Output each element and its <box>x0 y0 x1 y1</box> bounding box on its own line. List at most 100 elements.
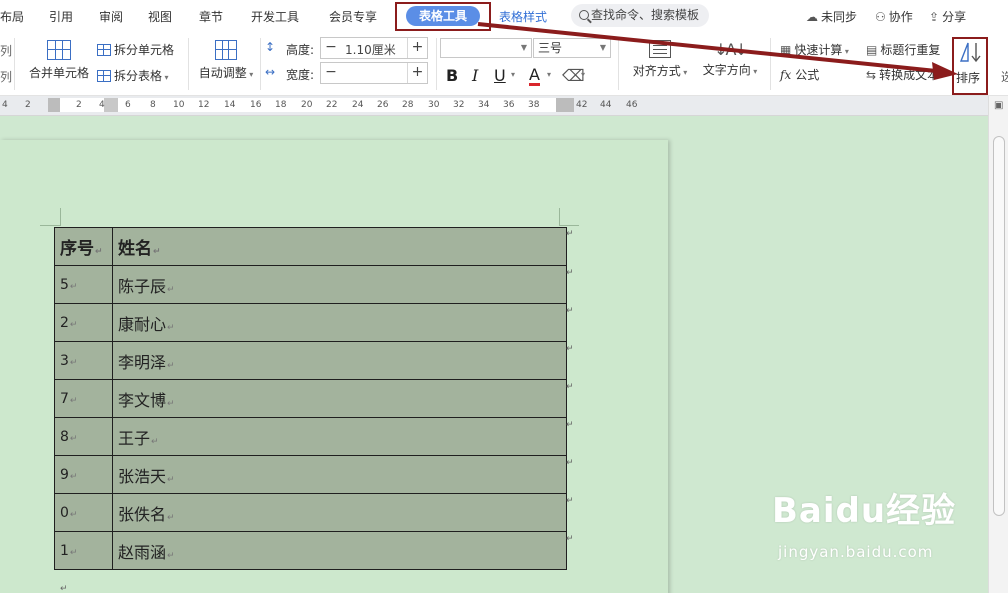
table-cell[interactable]: 3↵ <box>54 341 113 380</box>
height-increase-button[interactable]: + <box>407 38 427 58</box>
bold-button[interactable]: B <box>446 66 458 85</box>
row-end-mark: ↵ <box>566 420 574 430</box>
document-page[interactable]: 序号↵ 姓名↵ 5↵ 陈子辰↵ 2↵ 康耐心↵ 3↵ 李明泽↵ 7↵ 李文博↵ … <box>0 140 668 593</box>
height-stepper[interactable]: − 1.10厘米 + <box>320 37 428 59</box>
split-table-button[interactable]: 拆分表格 ▾ <box>97 67 169 84</box>
table-cell[interactable]: 康耐心↵ <box>112 303 567 342</box>
table-row[interactable]: 5↵ 陈子辰↵ <box>54 265 567 304</box>
table-cell[interactable]: 7↵ <box>54 379 113 418</box>
table-header-row[interactable]: 序号↵ 姓名↵ <box>54 227 567 266</box>
font-color-button[interactable]: A <box>529 66 540 86</box>
command-search[interactable]: 查找命令、搜索模板 <box>571 4 709 27</box>
width-stepper[interactable]: − + <box>320 62 428 84</box>
convert-text-label: 转换成文本 <box>879 68 940 82</box>
table-cell[interactable]: 8↵ <box>54 417 113 456</box>
share-button[interactable]: ⇪ 分享 <box>929 8 966 25</box>
cell-seq: 1 <box>60 542 69 559</box>
collab-button[interactable]: ⚇ 协作 <box>875 8 913 25</box>
auto-adjust-label: 自动调整 <box>198 66 247 80</box>
table-row[interactable]: 0↵ 张佚名↵ <box>54 493 567 532</box>
table-cell[interactable]: 李文博↵ <box>112 379 567 418</box>
font-name-select[interactable]: ▼ <box>440 38 532 58</box>
cell-name: 李明泽 <box>118 352 167 372</box>
table-cell[interactable]: 2↵ <box>54 303 113 342</box>
split-cells-label: 拆分单元格 <box>114 43 175 57</box>
split-cells-button[interactable]: 拆分单元格 <box>97 41 174 58</box>
header-repeat-button[interactable]: ▤ 标题行重复 <box>866 41 940 58</box>
text-direction-icon: ↓A↓ <box>714 40 748 59</box>
row-end-mark: ↵ <box>566 496 574 506</box>
ribbon-partial-item-1[interactable]: 列 <box>0 42 12 59</box>
ribbon-partial-item-right[interactable]: 选 <box>1001 68 1008 85</box>
width-icon: ↔ <box>265 65 276 79</box>
menu-view[interactable]: 视图 <box>148 8 172 25</box>
underline-dropdown-icon[interactable]: ▾ <box>511 70 515 79</box>
font-size-select[interactable]: 三号 ▼ <box>533 38 611 58</box>
table-header-cell[interactable]: 序号↵ <box>54 227 113 266</box>
ruler-number: 4 <box>99 100 105 110</box>
tab-table-style[interactable]: 表格样式 <box>499 8 547 25</box>
text-direction-button[interactable]: ↓A↓ 文字方向 ▾ <box>700 40 760 78</box>
cell-name: 陈子辰 <box>118 276 167 296</box>
ruler-number: 38 <box>528 100 540 110</box>
sync-status[interactable]: ☁ 未同步 <box>806 8 857 25</box>
table-cell[interactable]: 0↵ <box>54 493 113 532</box>
table-row[interactable]: 1↵ 赵雨涵↵ <box>54 531 567 570</box>
table-cell[interactable]: 5↵ <box>54 265 113 304</box>
align-button[interactable]: 对齐方式 ▾ <box>628 40 692 79</box>
convert-to-text-button[interactable]: ⇆ 转换成文本 <box>866 66 939 83</box>
formula-button[interactable]: fx 公式 <box>780 66 819 83</box>
formula-label: 公式 <box>795 68 820 82</box>
width-decrease-button[interactable]: − <box>321 63 341 83</box>
annotation-highlight-table-tools <box>395 2 491 31</box>
cell-name: 康耐心 <box>118 314 167 334</box>
menu-references[interactable]: 引用 <box>49 8 73 25</box>
underline-button[interactable]: U <box>494 66 506 85</box>
table-row[interactable]: 2↵ 康耐心↵ <box>54 303 567 342</box>
table-cell[interactable]: 张浩天↵ <box>112 455 567 494</box>
width-increase-button[interactable]: + <box>407 63 427 83</box>
table-cell[interactable]: 陈子辰↵ <box>112 265 567 304</box>
table-cell[interactable]: 1↵ <box>54 531 113 570</box>
height-value[interactable]: 1.10厘米 <box>345 41 396 58</box>
table-header-cell[interactable]: 姓名↵ <box>112 227 567 266</box>
table-cell[interactable]: 王子↵ <box>112 417 567 456</box>
menu-bar: 布局 引用 审阅 视图 章节 开发工具 会员专享 表格工具 表格样式 查找命令、… <box>0 0 1008 32</box>
table-cell[interactable]: 李明泽↵ <box>112 341 567 380</box>
ruler-toggle-icon[interactable]: ▣ <box>994 100 1003 111</box>
height-decrease-button[interactable]: − <box>321 38 341 58</box>
menu-member[interactable]: 会员专享 <box>329 8 377 25</box>
font-color-dropdown-icon[interactable]: ▾ <box>547 70 551 79</box>
menu-layout[interactable]: 布局 <box>0 8 24 25</box>
table-row[interactable]: 3↵ 李明泽↵ <box>54 341 567 380</box>
split-cells-icon <box>97 44 111 56</box>
data-table[interactable]: 序号↵ 姓名↵ 5↵ 陈子辰↵ 2↵ 康耐心↵ 3↵ 李明泽↵ 7↵ 李文博↵ … <box>54 227 567 570</box>
ribbon-partial-item-2[interactable]: 列 <box>0 68 12 85</box>
table-row[interactable]: 8↵ 王子↵ <box>54 417 567 456</box>
table-cell[interactable]: 张佚名↵ <box>112 493 567 532</box>
menu-developer-tools[interactable]: 开发工具 <box>251 8 299 25</box>
header-repeat-icon: ▤ <box>866 43 878 57</box>
menu-section[interactable]: 章节 <box>199 8 223 25</box>
table-cell[interactable]: 赵雨涵↵ <box>112 531 567 570</box>
scrollbar-thumb[interactable] <box>993 136 1005 516</box>
ruler-column-marker[interactable] <box>104 98 118 112</box>
highlight-dropdown-icon[interactable]: ▾ <box>581 70 585 79</box>
table-cell[interactable]: 9↵ <box>54 455 113 494</box>
horizontal-ruler[interactable]: 4 2 2 4 6 8 10 12 14 16 18 20 22 24 26 2… <box>0 96 1008 116</box>
table-row[interactable]: 9↵ 张浩天↵ <box>54 455 567 494</box>
merge-cells-button[interactable]: 合并单元格 <box>26 40 92 81</box>
quick-calc-button[interactable]: ▦ 快速计算 ▾ <box>780 41 849 58</box>
table-row[interactable]: 7↵ 李文博↵ <box>54 379 567 418</box>
header-name: 姓名 <box>118 239 152 259</box>
italic-button[interactable]: I <box>472 66 478 85</box>
sort-button[interactable]: 排序 <box>956 69 980 86</box>
ruler-margin-right <box>556 98 574 112</box>
auto-adjust-button[interactable]: 自动调整 ▾ <box>196 40 256 81</box>
menu-review[interactable]: 审阅 <box>99 8 123 25</box>
share-label: 分享 <box>942 10 967 24</box>
split-table-icon <box>97 70 111 82</box>
vertical-scrollbar[interactable]: ▣ <box>988 96 1008 593</box>
cell-seq: 7 <box>60 390 69 407</box>
ruler-number: 36 <box>503 100 515 110</box>
